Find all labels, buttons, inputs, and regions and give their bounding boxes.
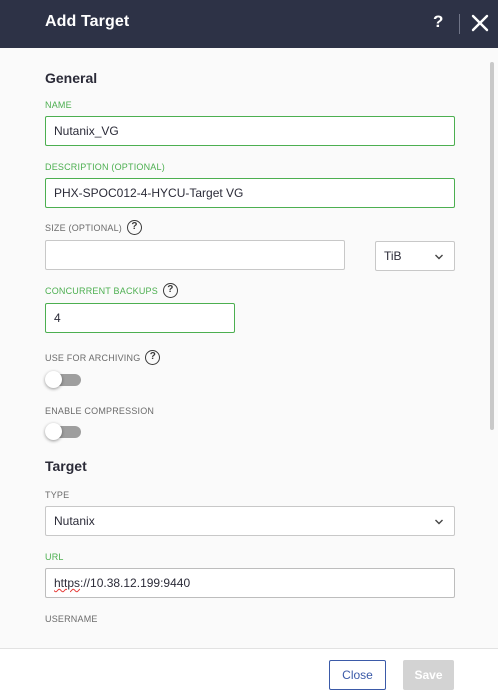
- size-input[interactable]: [54, 248, 336, 262]
- name-field[interactable]: [45, 116, 455, 146]
- description-field[interactable]: [45, 178, 455, 208]
- concurrent-label: CONCURRENT BACKUPS: [45, 285, 158, 296]
- url-label: URL: [45, 552, 64, 562]
- concurrent-field[interactable]: [45, 303, 235, 333]
- toggle-knob: [45, 371, 62, 388]
- type-value: Nutanix: [54, 514, 95, 528]
- dialog-header: Add Target ?: [0, 0, 498, 48]
- chevron-down-icon: [435, 519, 443, 525]
- url-field[interactable]: https://10.38.12.199:9440: [45, 568, 455, 598]
- close-button[interactable]: Close: [329, 660, 386, 690]
- name-input[interactable]: [54, 124, 446, 138]
- url-rest-text: ://10.38.12.199:9440: [80, 576, 191, 590]
- archiving-label-row: USE FOR ARCHIVING ?: [45, 350, 161, 365]
- concurrent-help-icon[interactable]: ?: [162, 283, 178, 298]
- size-label: SIZE (OPTIONAL): [45, 222, 123, 233]
- archiving-toggle[interactable]: [45, 371, 81, 388]
- url-prefix-text: https: [54, 576, 81, 590]
- type-label: TYPE: [45, 490, 70, 500]
- save-button: Save: [403, 660, 454, 690]
- size-help-icon[interactable]: ?: [127, 220, 143, 235]
- description-input[interactable]: [54, 186, 446, 200]
- archiving-label: USE FOR ARCHIVING: [45, 352, 141, 363]
- size-unit-value: TiB: [384, 249, 402, 263]
- username-label: USERNAME: [45, 614, 98, 624]
- toggle-knob: [45, 423, 62, 440]
- dialog-title: Add Target: [45, 13, 130, 30]
- chevron-down-icon: [435, 254, 443, 260]
- compression-toggle[interactable]: [45, 423, 81, 440]
- size-field[interactable]: [45, 240, 345, 270]
- size-label-row: SIZE (OPTIONAL) ?: [45, 220, 143, 235]
- compression-label: ENABLE COMPRESSION: [45, 406, 155, 416]
- close-icon[interactable]: [470, 13, 490, 33]
- header-divider: [459, 14, 460, 34]
- section-target-title: Target: [45, 458, 87, 474]
- concurrent-input[interactable]: [54, 311, 226, 325]
- archiving-help-icon[interactable]: ?: [145, 350, 161, 365]
- help-icon[interactable]: ?: [433, 12, 443, 32]
- description-label: DESCRIPTION (OPTIONAL): [45, 162, 165, 172]
- section-general-title: General: [45, 70, 98, 86]
- size-unit-select[interactable]: TiB: [375, 241, 455, 271]
- concurrent-label-row: CONCURRENT BACKUPS ?: [45, 283, 178, 298]
- type-select[interactable]: Nutanix: [45, 506, 455, 536]
- name-label: NAME: [45, 100, 72, 110]
- scrollbar-thumb[interactable]: [490, 62, 494, 430]
